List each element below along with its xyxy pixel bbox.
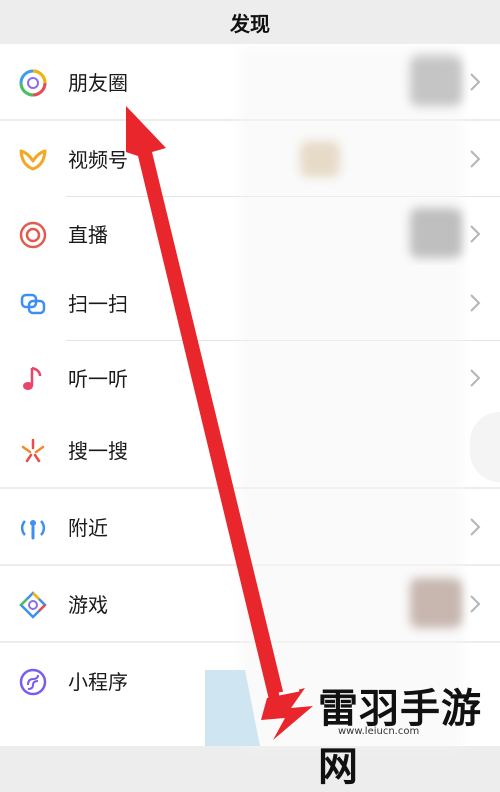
group-channels: 视频号 直播 xyxy=(0,121,500,271)
chevron-right-icon xyxy=(470,369,481,387)
group-moments: 朋友圈 xyxy=(0,44,500,119)
group-scan: 扫一扫 听一听 xyxy=(0,265,500,415)
live-icon xyxy=(19,221,47,249)
menu-item-games[interactable]: 游戏 xyxy=(0,566,500,641)
menu-label-live: 直播 xyxy=(68,223,108,247)
menu-item-search[interactable]: 搜一搜 xyxy=(0,412,500,487)
search-icon xyxy=(21,438,45,463)
menu-label-search: 搜一搜 xyxy=(68,439,128,463)
moments-thumbnail xyxy=(410,56,460,106)
watermark-url: www.leiucn.com xyxy=(338,726,420,737)
group-games: 游戏 xyxy=(0,566,500,641)
scan-icon xyxy=(20,293,46,315)
menu-item-listen[interactable]: 听一听 xyxy=(0,340,500,415)
menu-label-scan: 扫一扫 xyxy=(68,292,128,316)
menu-item-moments[interactable]: 朋友圈 xyxy=(0,44,500,119)
chevron-right-icon xyxy=(470,518,481,536)
miniprogram-icon xyxy=(19,668,47,696)
menu-item-live[interactable]: 直播 xyxy=(0,196,500,271)
chevron-right-icon xyxy=(470,73,481,91)
listen-icon xyxy=(23,366,42,390)
menu-item-channels[interactable]: 视频号 xyxy=(0,121,500,196)
menu-label-miniprograms: 小程序 xyxy=(68,670,128,694)
games-icon xyxy=(19,591,47,619)
menu-label-nearby: 附近 xyxy=(68,516,108,540)
channels-icon xyxy=(19,149,47,171)
menu-label-channels: 视频号 xyxy=(68,148,128,172)
group-search: 搜一搜 xyxy=(0,412,500,487)
chevron-right-icon xyxy=(470,150,481,168)
group-nearby: 附近 xyxy=(0,489,500,564)
menu-item-nearby[interactable]: 附近 xyxy=(0,489,500,564)
menu-item-scan[interactable]: 扫一扫 xyxy=(0,265,500,340)
channels-thumbnail xyxy=(300,141,340,177)
page-title: 发现 xyxy=(0,0,500,44)
menu-label-listen: 听一听 xyxy=(68,367,128,391)
games-thumbnail xyxy=(410,578,460,628)
page-title-text: 发现 xyxy=(230,11,270,36)
menu-label-moments: 朋友圈 xyxy=(68,71,128,95)
live-thumbnail xyxy=(410,208,460,258)
menu-label-games: 游戏 xyxy=(68,593,108,617)
nearby-icon xyxy=(20,520,46,540)
chevron-right-icon xyxy=(470,595,481,613)
chevron-right-icon xyxy=(470,225,481,243)
moments-icon xyxy=(19,69,47,97)
chevron-right-icon xyxy=(470,294,481,312)
